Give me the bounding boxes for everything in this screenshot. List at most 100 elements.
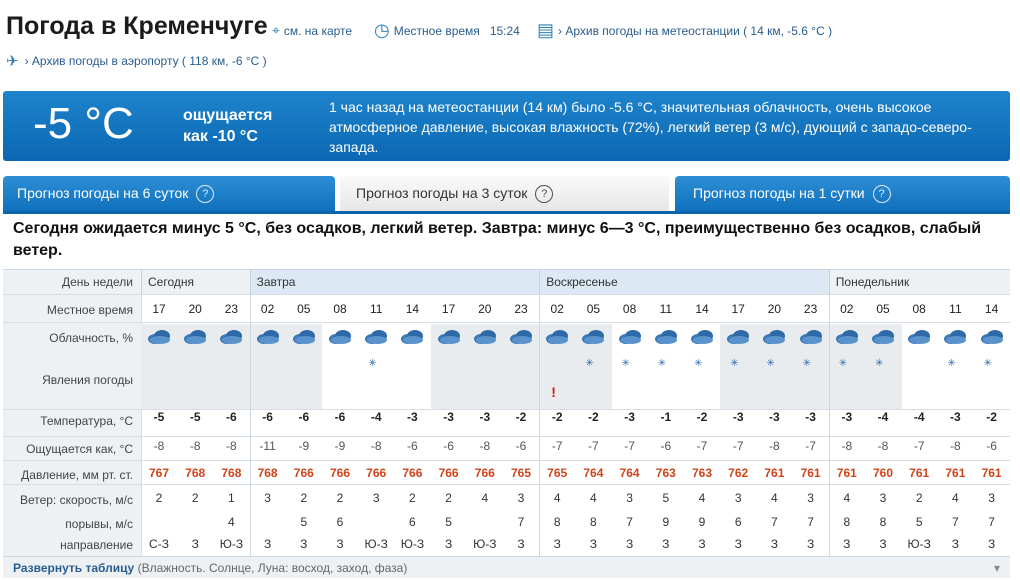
gust-cell: 8 — [879, 515, 887, 529]
wind-cell: 3 — [734, 491, 742, 505]
tab-6-days[interactable]: Прогноз погоды на 6 суток ? — [3, 176, 335, 211]
hour-cell: 23 — [224, 302, 239, 316]
pressure-cell: 766 — [293, 466, 314, 480]
chevron-down-icon[interactable]: ▾ — [994, 557, 1000, 579]
snow-icon: ✳ — [585, 358, 595, 369]
feels-like-line2: как -10 °C — [183, 128, 258, 145]
label-wind: Ветер: скорость, м/с — [19, 493, 133, 507]
help-icon[interactable]: ? — [535, 185, 554, 204]
feels-cell: -7 — [624, 439, 635, 453]
direction-cell: З — [843, 537, 851, 551]
wind-cell: 2 — [445, 491, 452, 505]
gust-cell: 5 — [300, 515, 308, 529]
tab-1-day[interactable]: Прогноз погоды на 1 сутки ? — [675, 176, 1010, 211]
label-phenomena: Явления погоды — [42, 373, 133, 387]
hour-cell: 05 — [586, 302, 601, 316]
direction-cell: З — [263, 537, 272, 551]
row-divider — [3, 436, 1010, 437]
cloud-icon — [365, 330, 388, 344]
temp-cell: -1 — [660, 410, 672, 424]
feels-cell: -7 — [551, 439, 563, 453]
clock-icon: ◷ — [374, 20, 390, 40]
hour-cell: 20 — [478, 302, 492, 316]
wind-cell: 3 — [372, 491, 380, 505]
airport-archive-link[interactable]: ✈ › Архив погоды в аэропорту ( 118 км, -… — [6, 52, 267, 70]
snow-icon: ✳ — [983, 358, 993, 369]
day-header: Понедельник — [828, 270, 1010, 294]
feels-cell: -8 — [189, 439, 201, 453]
pressure-cell: 760 — [872, 466, 894, 480]
label-gusts: порывы, м/с — [65, 517, 133, 531]
temp-cell: -2 — [696, 410, 708, 424]
wind-cell: 4 — [952, 491, 959, 505]
cloud-icon — [763, 330, 786, 344]
expand-table-link[interactable]: Развернуть таблицу — [13, 561, 134, 575]
cloud-icon — [473, 330, 496, 344]
feels-cell: -8 — [877, 439, 889, 453]
hour-cell: 14 — [984, 302, 999, 316]
wind-cell: 2 — [915, 491, 923, 505]
hour-cell: 14 — [695, 302, 709, 316]
feels-cell: -8 — [370, 439, 382, 453]
feels-cell: -9 — [334, 439, 346, 453]
feels-cell: -9 — [298, 439, 310, 453]
help-icon[interactable]: ? — [872, 185, 891, 204]
feels-cell: -8 — [479, 439, 491, 453]
gust-cell: 8 — [843, 515, 851, 529]
hour-cell: 02 — [260, 302, 275, 316]
direction-cell: З — [951, 537, 960, 551]
wind-cell: 4 — [590, 491, 597, 505]
cloud-icon — [727, 330, 750, 344]
snow-icon: ✳ — [875, 358, 885, 369]
pressure-cell: 766 — [402, 466, 423, 480]
pressure-cell: 761 — [836, 466, 857, 480]
map-link-label: см. на карте — [283, 23, 353, 38]
hour-cell: 23 — [514, 302, 528, 316]
gust-cell: 6 — [734, 515, 742, 529]
cloud-icon — [835, 330, 858, 344]
tab-1-day-label: Прогноз погоды на 1 сутки — [693, 185, 865, 201]
wind-cell: 3 — [879, 491, 887, 505]
hour-cell: 08 — [622, 302, 637, 316]
row-divider — [3, 460, 1010, 461]
cloud-icon — [944, 330, 967, 344]
label-temp: Температура, °C — [40, 414, 133, 428]
pressure-cell: 766 — [329, 466, 351, 480]
wind-cell: 2 — [409, 491, 416, 505]
wind-cell: 5 — [662, 491, 670, 505]
label-pressure: Давление, мм рт. ст. — [21, 468, 133, 482]
direction-cell: З — [662, 537, 670, 551]
temp-cell: -3 — [624, 410, 635, 424]
row-divider — [3, 322, 1010, 323]
temp-cell: -4 — [913, 410, 925, 424]
cloud-icon — [691, 330, 713, 344]
wind-cell: 3 — [807, 491, 814, 505]
feels-cell: -6 — [407, 439, 418, 453]
feels-cell: -8 — [769, 439, 780, 453]
station-archive-link[interactable]: ▤ › Архив погоды на метеостанции ( 14 км… — [537, 20, 832, 41]
station-icon: ▤ — [537, 20, 555, 40]
hour-cell: 02 — [550, 302, 564, 316]
tab-3-days[interactable]: Прогноз погоды на 3 суток ? — [340, 176, 669, 212]
hour-cell: 11 — [369, 302, 383, 316]
row-divider — [3, 484, 1010, 485]
gust-cell: 4 — [228, 515, 235, 529]
feels-cell: -8 — [950, 439, 961, 453]
page-title: Погода в Кременчуге — [6, 12, 268, 40]
temp-cell: -4 — [370, 410, 382, 424]
cloud-icon — [799, 330, 822, 344]
cloud-icon — [618, 330, 641, 344]
temp-cell: -4 — [877, 410, 889, 424]
map-link[interactable]: ⌖ см. на карте — [272, 22, 352, 39]
feels-cell: -6 — [515, 439, 527, 453]
direction-cell: Ю-З — [473, 537, 497, 551]
day-header: Сегодня — [141, 270, 250, 294]
pressure-cell: 764 — [583, 466, 604, 480]
gust-cell: 7 — [988, 515, 995, 529]
hour-cell: 05 — [297, 302, 311, 316]
help-icon[interactable]: ? — [196, 185, 215, 204]
direction-cell: З — [517, 537, 525, 551]
temp-cell: -5 — [189, 410, 201, 424]
wind-cell: 3 — [517, 491, 525, 505]
wind-cell: 4 — [481, 491, 489, 505]
